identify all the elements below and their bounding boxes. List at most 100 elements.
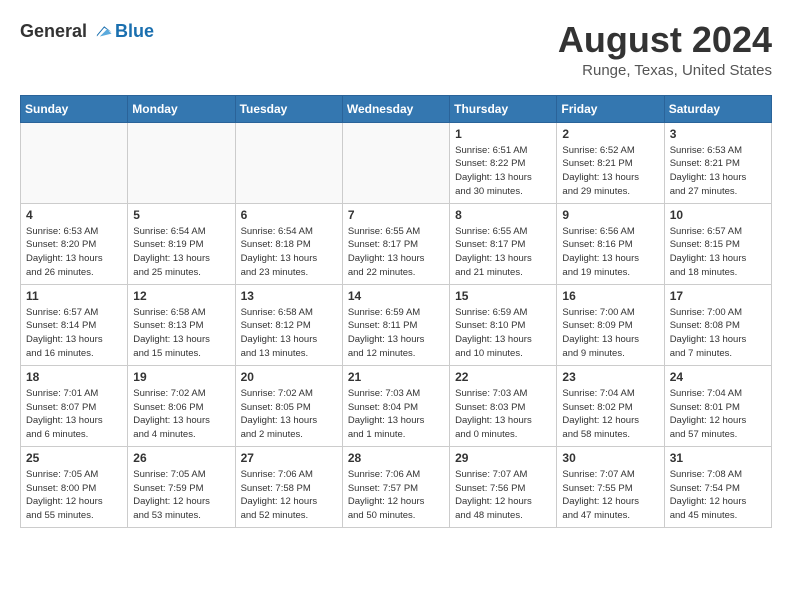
day-cell: 10 Sunrise: 6:57 AM Sunset: 8:15 PM Dayli… <box>664 203 771 284</box>
day-info: Sunrise: 6:57 AM Sunset: 8:14 PM Dayligh… <box>26 306 122 361</box>
day-cell: 4 Sunrise: 6:53 AM Sunset: 8:20 PM Daylig… <box>21 203 128 284</box>
day-cell: 23Sunrise: 7:04 AM Sunset: 8:02 PM Dayli… <box>557 365 664 446</box>
day-cell: 3 Sunrise: 6:53 AM Sunset: 8:21 PM Daylig… <box>664 122 771 203</box>
day-info: Sunrise: 6:54 AM Sunset: 8:18 PM Dayligh… <box>241 225 337 280</box>
day-cell: 2 Sunrise: 6:52 AM Sunset: 8:21 PM Daylig… <box>557 122 664 203</box>
day-info: Sunrise: 6:57 AM Sunset: 8:15 PM Dayligh… <box>670 225 766 280</box>
logo-general-text: General <box>20 21 87 42</box>
day-number: 24 <box>670 370 766 384</box>
day-number: 5 <box>133 208 229 222</box>
day-info: Sunrise: 6:55 AM Sunset: 8:17 PM Dayligh… <box>455 225 551 280</box>
day-cell <box>128 122 235 203</box>
day-info: Sunrise: 6:56 AM Sunset: 8:16 PM Dayligh… <box>562 225 658 280</box>
day-info: Sunrise: 7:03 AM Sunset: 8:04 PM Dayligh… <box>348 387 444 442</box>
day-number: 20 <box>241 370 337 384</box>
day-cell: 16 Sunrise: 7:00 AM Sunset: 8:09 PM Dayli… <box>557 284 664 365</box>
location: Runge, Texas, United States <box>558 62 772 79</box>
day-cell: 7 Sunrise: 6:55 AM Sunset: 8:17 PM Daylig… <box>342 203 449 284</box>
day-cell: 20 Sunrise: 7:02 AM Sunset: 8:05 PM Dayli… <box>235 365 342 446</box>
day-info: Sunrise: 7:06 AM Sunset: 7:57 PM Dayligh… <box>348 468 444 523</box>
day-cell: 28Sunrise: 7:06 AM Sunset: 7:57 PM Dayli… <box>342 446 449 527</box>
day-info: Sunrise: 7:07 AM Sunset: 7:55 PM Dayligh… <box>562 468 658 523</box>
week-row-4: 18 Sunrise: 7:01 AM Sunset: 8:07 PM Dayli… <box>21 365 772 446</box>
day-cell: 1 Sunrise: 6:51 AM Sunset: 8:22 PM Daylig… <box>450 122 557 203</box>
day-number: 12 <box>133 289 229 303</box>
day-info: Sunrise: 6:53 AM Sunset: 8:20 PM Dayligh… <box>26 225 122 280</box>
calendar-table: SundayMondayTuesdayWednesdayThursdayFrid… <box>20 95 772 528</box>
day-number: 25 <box>26 451 122 465</box>
week-row-2: 4 Sunrise: 6:53 AM Sunset: 8:20 PM Daylig… <box>21 203 772 284</box>
day-cell: 6 Sunrise: 6:54 AM Sunset: 8:18 PM Daylig… <box>235 203 342 284</box>
day-number: 11 <box>26 289 122 303</box>
day-info: Sunrise: 7:00 AM Sunset: 8:09 PM Dayligh… <box>562 306 658 361</box>
day-number: 13 <box>241 289 337 303</box>
day-info: Sunrise: 6:59 AM Sunset: 8:11 PM Dayligh… <box>348 306 444 361</box>
day-cell: 30 Sunrise: 7:07 AM Sunset: 7:55 PM Dayli… <box>557 446 664 527</box>
day-number: 10 <box>670 208 766 222</box>
day-number: 2 <box>562 127 658 141</box>
day-cell <box>342 122 449 203</box>
day-info: Sunrise: 7:05 AM Sunset: 7:59 PM Dayligh… <box>133 468 229 523</box>
day-cell: 12Sunrise: 6:58 AM Sunset: 8:13 PM Dayli… <box>128 284 235 365</box>
day-number: 7 <box>348 208 444 222</box>
day-cell: 21 Sunrise: 7:03 AM Sunset: 8:04 PM Dayli… <box>342 365 449 446</box>
day-number: 30 <box>562 451 658 465</box>
day-number: 27 <box>241 451 337 465</box>
day-number: 8 <box>455 208 551 222</box>
day-info: Sunrise: 6:55 AM Sunset: 8:17 PM Dayligh… <box>348 225 444 280</box>
day-cell: 9 Sunrise: 6:56 AM Sunset: 8:16 PM Daylig… <box>557 203 664 284</box>
day-info: Sunrise: 7:01 AM Sunset: 8:07 PM Dayligh… <box>26 387 122 442</box>
day-info: Sunrise: 6:52 AM Sunset: 8:21 PM Dayligh… <box>562 144 658 199</box>
week-row-3: 11 Sunrise: 6:57 AM Sunset: 8:14 PM Dayli… <box>21 284 772 365</box>
day-cell: 24 Sunrise: 7:04 AM Sunset: 8:01 PM Dayli… <box>664 365 771 446</box>
day-info: Sunrise: 7:02 AM Sunset: 8:05 PM Dayligh… <box>241 387 337 442</box>
day-cell: 14Sunrise: 6:59 AM Sunset: 8:11 PM Dayli… <box>342 284 449 365</box>
day-number: 19 <box>133 370 229 384</box>
day-number: 1 <box>455 127 551 141</box>
day-number: 22 <box>455 370 551 384</box>
day-cell: 18 Sunrise: 7:01 AM Sunset: 8:07 PM Dayli… <box>21 365 128 446</box>
header-sunday: Sunday <box>21 95 128 122</box>
day-info: Sunrise: 6:59 AM Sunset: 8:10 PM Dayligh… <box>455 306 551 361</box>
day-info: Sunrise: 7:00 AM Sunset: 8:08 PM Dayligh… <box>670 306 766 361</box>
day-number: 6 <box>241 208 337 222</box>
header-monday: Monday <box>128 95 235 122</box>
day-number: 9 <box>562 208 658 222</box>
logo-blue-text: Blue <box>115 21 154 42</box>
logo: General Blue <box>20 20 154 42</box>
page-header: General Blue August 2024 Runge, Texas, U… <box>20 20 772 79</box>
day-cell: 29Sunrise: 7:07 AM Sunset: 7:56 PM Dayli… <box>450 446 557 527</box>
day-info: Sunrise: 7:04 AM Sunset: 8:02 PM Dayligh… <box>562 387 658 442</box>
day-info: Sunrise: 7:03 AM Sunset: 8:03 PM Dayligh… <box>455 387 551 442</box>
day-cell: 5Sunrise: 6:54 AM Sunset: 8:19 PM Daylig… <box>128 203 235 284</box>
day-number: 29 <box>455 451 551 465</box>
day-number: 21 <box>348 370 444 384</box>
day-info: Sunrise: 7:04 AM Sunset: 8:01 PM Dayligh… <box>670 387 766 442</box>
logo-bird-icon <box>91 20 113 42</box>
day-cell: 19 Sunrise: 7:02 AM Sunset: 8:06 PM Dayli… <box>128 365 235 446</box>
day-cell: 8 Sunrise: 6:55 AM Sunset: 8:17 PM Daylig… <box>450 203 557 284</box>
day-info: Sunrise: 6:51 AM Sunset: 8:22 PM Dayligh… <box>455 144 551 199</box>
day-cell: 15 Sunrise: 6:59 AM Sunset: 8:10 PM Dayli… <box>450 284 557 365</box>
day-cell: 11 Sunrise: 6:57 AM Sunset: 8:14 PM Dayli… <box>21 284 128 365</box>
day-number: 18 <box>26 370 122 384</box>
day-cell <box>21 122 128 203</box>
header-tuesday: Tuesday <box>235 95 342 122</box>
header-row: SundayMondayTuesdayWednesdayThursdayFrid… <box>21 95 772 122</box>
day-info: Sunrise: 6:53 AM Sunset: 8:21 PM Dayligh… <box>670 144 766 199</box>
day-cell: 22 Sunrise: 7:03 AM Sunset: 8:03 PM Dayli… <box>450 365 557 446</box>
day-info: Sunrise: 6:58 AM Sunset: 8:12 PM Dayligh… <box>241 306 337 361</box>
day-info: Sunrise: 7:08 AM Sunset: 7:54 PM Dayligh… <box>670 468 766 523</box>
day-number: 15 <box>455 289 551 303</box>
header-saturday: Saturday <box>664 95 771 122</box>
header-thursday: Thursday <box>450 95 557 122</box>
week-row-1: 1 Sunrise: 6:51 AM Sunset: 8:22 PM Daylig… <box>21 122 772 203</box>
day-number: 16 <box>562 289 658 303</box>
day-cell: 27Sunrise: 7:06 AM Sunset: 7:58 PM Dayli… <box>235 446 342 527</box>
day-info: Sunrise: 7:02 AM Sunset: 8:06 PM Dayligh… <box>133 387 229 442</box>
day-number: 26 <box>133 451 229 465</box>
week-row-5: 25Sunrise: 7:05 AM Sunset: 8:00 PM Dayli… <box>21 446 772 527</box>
day-number: 17 <box>670 289 766 303</box>
day-number: 4 <box>26 208 122 222</box>
day-number: 3 <box>670 127 766 141</box>
